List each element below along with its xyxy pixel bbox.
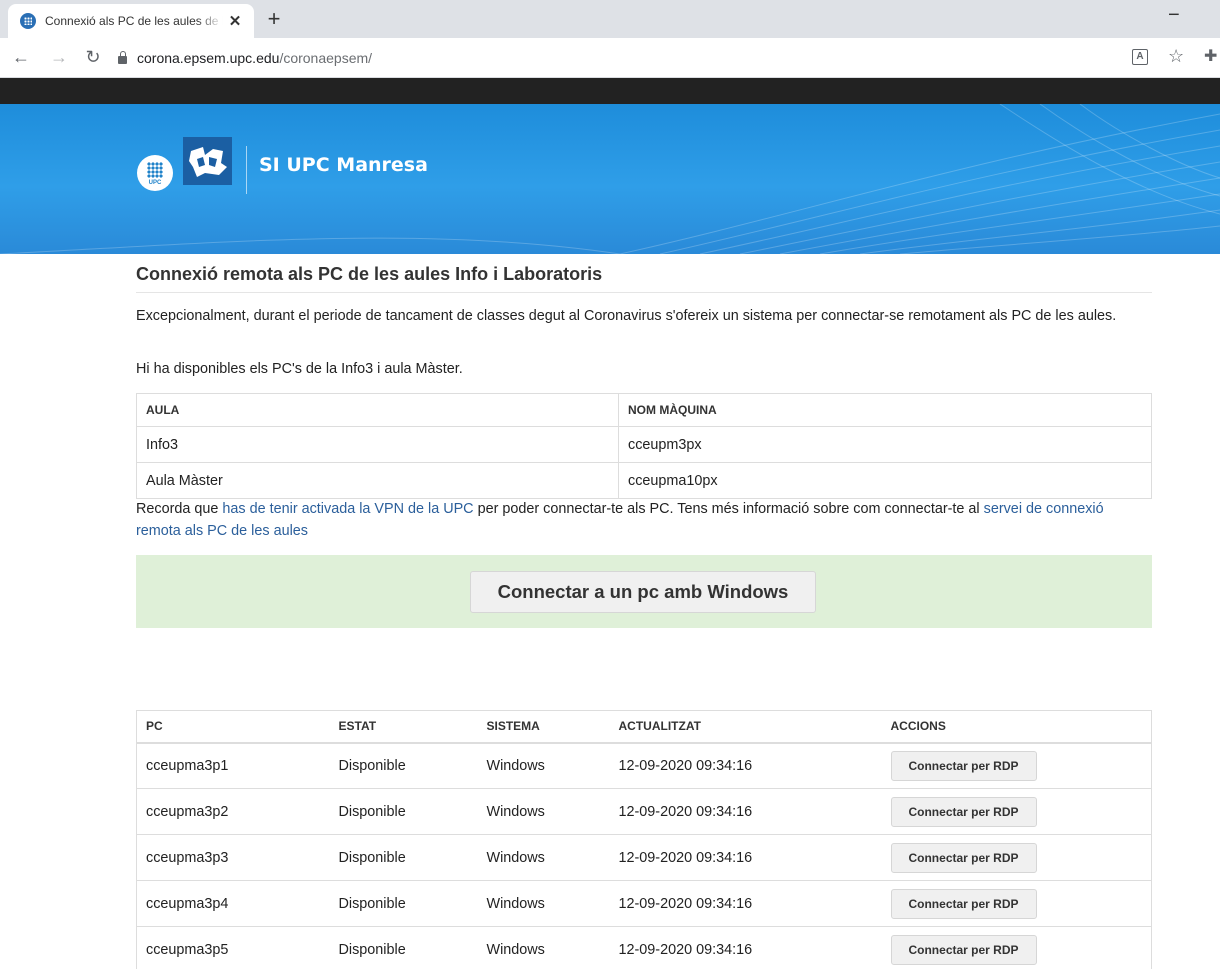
pc-status: Disponible <box>329 742 478 789</box>
upc-logo-text: UPC <box>148 180 162 186</box>
pc-name: cceupma3p3 <box>136 834 330 881</box>
pc-system: Windows <box>477 742 610 789</box>
site-banner: UPC SI UPC Manresa <box>0 104 1220 254</box>
pc-updated: 12-09-2020 09:34:16 <box>609 926 882 969</box>
rooms-table: AULA NOM MÀQUINA Info3 cceupm3px Aula Mà… <box>136 393 1152 499</box>
column-header-nom-maquina: NOM MÀQUINA <box>618 393 1152 427</box>
pc-status: Disponible <box>329 788 478 835</box>
url-text: corona.epsem.upc.edu/coronaepsem/ <box>137 50 372 66</box>
pc-system: Windows <box>477 788 610 835</box>
pc-actions: Connectar per RDP <box>881 834 1152 881</box>
table-row: Aula Màster cceupma10px <box>136 462 1152 499</box>
connect-rdp-button[interactable]: Connectar per RDP <box>890 934 1037 965</box>
table-row: cceupma3p1 Disponible Windows 12-09-2020… <box>136 742 1152 789</box>
browser-tab[interactable]: Connexió als PC de les aules de la EPSEM… <box>8 4 254 38</box>
close-icon[interactable]: ✕ <box>226 12 244 30</box>
room-name: Aula Màster <box>136 462 619 499</box>
pc-actions: Connectar per RDP <box>881 788 1152 835</box>
machine-name: cceupma10px <box>618 462 1152 499</box>
url-path: /coronaepsem/ <box>279 50 373 66</box>
vpn-note-text-2: per poder connectar-te als PC. Tens més … <box>473 501 984 517</box>
pc-actions: Connectar per RDP <box>881 880 1152 927</box>
epsem-logo[interactable] <box>183 137 232 185</box>
pc-status: Disponible <box>329 926 478 969</box>
connect-rdp-button[interactable]: Connectar per RDP <box>890 796 1037 827</box>
extensions-icon[interactable]: ✚ <box>1204 46 1217 66</box>
intro-paragraph: Excepcionalment, durant el periode de ta… <box>136 308 1117 324</box>
table-header-row: PC ESTAT SISTEMA ACTUALITZAT ACCIONS <box>136 710 1152 744</box>
favicon-icon <box>20 13 36 29</box>
pc-name: cceupma3p4 <box>136 880 330 927</box>
top-black-bar <box>0 78 1220 104</box>
column-header-actualitzat: ACTUALITZAT <box>609 710 882 744</box>
pc-updated: 12-09-2020 09:34:16 <box>609 742 882 789</box>
column-header-aula: AULA <box>136 393 619 427</box>
column-header-estat: ESTAT <box>329 710 478 744</box>
column-header-sistema: SISTEMA <box>477 710 610 744</box>
pc-updated: 12-09-2020 09:34:16 <box>609 880 882 927</box>
availability-text: Hi ha disponibles els PC's de la Info3 i… <box>136 361 463 377</box>
back-icon[interactable]: ← <box>10 47 32 68</box>
machine-name: cceupm3px <box>618 426 1152 463</box>
table-row: cceupma3p4 Disponible Windows 12-09-2020… <box>136 880 1152 927</box>
star-icon[interactable]: ☆ <box>1168 46 1184 67</box>
pc-status: Disponible <box>329 834 478 881</box>
table-header-row: AULA NOM MÀQUINA <box>136 393 1152 427</box>
table-row: cceupma3p3 Disponible Windows 12-09-2020… <box>136 834 1152 881</box>
translate-icon[interactable]: A <box>1132 49 1148 65</box>
pc-updated: 12-09-2020 09:34:16 <box>609 788 882 835</box>
pc-name: cceupma3p5 <box>136 926 330 969</box>
column-header-accions: ACCIONS <box>881 710 1152 744</box>
pc-system: Windows <box>477 834 610 881</box>
connect-windows-button[interactable]: Connectar a un pc amb Windows <box>470 571 816 613</box>
browser-toolbar: ← → ↻ corona.epsem.upc.edu/coronaepsem/ … <box>0 38 1220 78</box>
vpn-note: Recorda que has de tenir activada la VPN… <box>136 498 1152 542</box>
forward-icon[interactable]: → <box>48 47 70 68</box>
pcs-table: PC ESTAT SISTEMA ACTUALITZAT ACCIONS cce… <box>136 710 1152 969</box>
upc-logo-dots <box>147 162 163 178</box>
new-tab-button[interactable]: + <box>262 6 286 32</box>
pc-name: cceupma3p2 <box>136 788 330 835</box>
room-name: Info3 <box>136 426 619 463</box>
epsem-logo-icon <box>189 147 227 177</box>
pc-actions: Connectar per RDP <box>881 926 1152 969</box>
connect-panel: Connectar a un pc amb Windows <box>136 555 1152 628</box>
pc-updated: 12-09-2020 09:34:16 <box>609 834 882 881</box>
connect-rdp-button[interactable]: Connectar per RDP <box>890 750 1037 781</box>
pc-actions: Connectar per RDP <box>881 742 1152 789</box>
pc-status: Disponible <box>329 880 478 927</box>
table-row: Info3 cceupm3px <box>136 426 1152 463</box>
vpn-note-text-1: Recorda que <box>136 501 223 517</box>
page-title: Connexió remota als PC de les aules Info… <box>136 264 603 284</box>
site-title[interactable]: SI UPC Manresa <box>259 154 428 176</box>
url-host: corona.epsem.upc.edu <box>137 50 280 66</box>
reload-icon[interactable]: ↻ <box>82 47 104 68</box>
vpn-link[interactable]: has de tenir activada la VPN de la UPC <box>222 501 473 517</box>
connect-rdp-button[interactable]: Connectar per RDP <box>890 888 1037 919</box>
pc-system: Windows <box>477 926 610 969</box>
minimize-button[interactable]: − <box>1168 4 1180 27</box>
connect-rdp-button[interactable]: Connectar per RDP <box>890 842 1037 873</box>
table-row: cceupma3p2 Disponible Windows 12-09-2020… <box>136 788 1152 835</box>
pc-system: Windows <box>477 880 610 927</box>
browser-tab-bar: Connexió als PC de les aules de la EPSEM… <box>0 0 1220 38</box>
address-bar[interactable]: corona.epsem.upc.edu/coronaepsem/ <box>112 44 1122 72</box>
tab-title: Connexió als PC de les aules de la EPSEM <box>45 14 223 28</box>
table-row: cceupma3p5 Disponible Windows 12-09-2020… <box>136 926 1152 969</box>
pc-name: cceupma3p1 <box>136 742 330 789</box>
lock-icon[interactable] <box>118 51 127 64</box>
heading-divider <box>136 292 1152 293</box>
upc-logo[interactable]: UPC <box>137 155 173 191</box>
column-header-pc: PC <box>136 710 330 744</box>
banner-divider <box>246 146 247 194</box>
